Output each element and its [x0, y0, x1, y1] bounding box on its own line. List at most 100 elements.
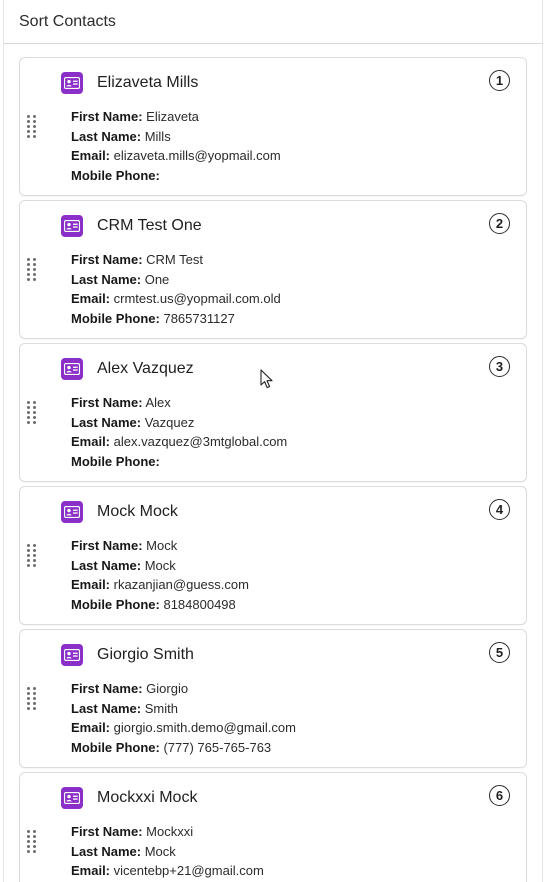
contact-card[interactable]: Giorgio Smith 5 First Name: Giorgio Last… [19, 629, 527, 768]
mobile-phone-field: Mobile Phone: [71, 166, 281, 186]
drag-handle-icon[interactable] [27, 544, 39, 568]
first-name-label: First Name: [71, 538, 143, 553]
last-name-value: One [144, 271, 170, 287]
drag-handle-icon[interactable] [27, 687, 39, 711]
contact-name: CRM Test One [97, 217, 202, 234]
mobile-phone-label: Mobile Phone: [71, 310, 160, 326]
email-label: Email: [71, 291, 111, 307]
contact-fields: First Name: CRM Test Last Name: One Emai… [71, 250, 281, 328]
drag-handle-icon[interactable] [27, 401, 39, 425]
last-name-label: Last Name: [71, 700, 142, 716]
contact-fields: First Name: Alex Last Name: Vazquez Emai… [71, 393, 287, 471]
last-name-field: Last Name: Mills [71, 127, 281, 147]
last-name-label: Last Name: [71, 128, 142, 144]
email-field: Email: crmtest.us@yopmail.com.old [71, 289, 281, 309]
last-name-value: Mills [144, 128, 171, 144]
last-name-field: Last Name: Mock [71, 842, 264, 862]
mobile-phone-value: 7865731127 [163, 310, 235, 326]
mobile-phone-value: (777) 765-765-763 [163, 739, 272, 755]
mobile-phone-label: Mobile Phone: [71, 596, 160, 612]
mobile-phone-label: Mobile Phone: [71, 167, 160, 183]
order-badge: 5 [489, 642, 510, 663]
contact-card[interactable]: Mock Mock 4 First Name: Mock Last Name: … [19, 486, 527, 625]
first-name-field: First Name: Alex [71, 393, 287, 413]
first-name-field: First Name: Mockxxi [71, 822, 264, 842]
order-badge: 1 [489, 70, 510, 91]
email-value: elizaveta.mills@yopmail.com [113, 148, 281, 164]
contact-card[interactable]: Alex Vazquez 3 First Name: Alex Last Nam… [19, 343, 527, 482]
panel-header: Sort Contacts [4, 0, 542, 44]
contact-card[interactable]: CRM Test One 2 First Name: CRM Test Last… [19, 200, 527, 339]
last-name-value: Mock [144, 843, 176, 859]
first-name-label: First Name: [71, 824, 143, 839]
email-field: Email: vicentebp+21@gmail.com [71, 861, 264, 881]
contact-card-icon [61, 215, 83, 237]
last-name-value: Smith [144, 700, 178, 716]
email-label: Email: [71, 720, 111, 736]
last-name-value: Vazquez [144, 414, 195, 430]
last-name-label: Last Name: [71, 414, 142, 430]
drag-handle-icon[interactable] [27, 115, 39, 139]
sort-contacts-panel: Sort Contacts Elizaveta Mills 1 First Na… [3, 0, 543, 882]
email-label: Email: [71, 863, 111, 879]
last-name-label: Last Name: [71, 271, 142, 287]
first-name-field: First Name: Mock [71, 536, 249, 556]
contact-card-icon [61, 787, 83, 809]
email-value: crmtest.us@yopmail.com.old [113, 291, 281, 307]
order-badge: 3 [489, 356, 510, 377]
panel-title: Sort Contacts [19, 13, 116, 30]
mobile-phone-field: Mobile Phone: 8184800498 [71, 595, 249, 615]
contact-name: Giorgio Smith [97, 646, 194, 663]
contact-card[interactable]: Mockxxi Mock 6 First Name: Mockxxi Last … [19, 772, 527, 882]
first-name-label: First Name: [71, 109, 143, 124]
email-label: Email: [71, 434, 111, 450]
last-name-field: Last Name: One [71, 270, 281, 290]
email-label: Email: [71, 577, 111, 593]
contact-card-icon [61, 358, 83, 380]
first-name-label: First Name: [71, 252, 143, 267]
contact-fields: First Name: Mockxxi Last Name: Mock Emai… [71, 822, 264, 882]
first-name-value: Giorgio [146, 681, 189, 696]
email-field: Email: alex.vazquez@3mtglobal.com [71, 432, 287, 452]
first-name-value: Alex [145, 395, 171, 410]
first-name-label: First Name: [71, 395, 143, 410]
contact-card-icon [61, 72, 83, 94]
contact-name: Mock Mock [97, 503, 178, 520]
email-value: giorgio.smith.demo@gmail.com [113, 720, 296, 736]
contact-card-icon [61, 501, 83, 523]
contact-fields: First Name: Mock Last Name: Mock Email: … [71, 536, 249, 614]
contact-fields: First Name: Giorgio Last Name: Smith Ema… [71, 679, 296, 757]
email-label: Email: [71, 148, 111, 164]
first-name-field: First Name: Giorgio [71, 679, 296, 699]
order-badge: 4 [489, 499, 510, 520]
first-name-value: Mock [146, 538, 178, 553]
mobile-phone-value: 8184800498 [163, 596, 236, 612]
contact-list: Elizaveta Mills 1 First Name: Elizaveta … [19, 57, 527, 882]
first-name-value: Mockxxi [146, 824, 194, 839]
order-badge: 6 [489, 785, 510, 806]
drag-handle-icon[interactable] [27, 258, 39, 282]
contact-fields: First Name: Elizaveta Last Name: Mills E… [71, 107, 281, 185]
drag-handle-icon[interactable] [27, 830, 39, 854]
email-value: vicentebp+21@gmail.com [113, 863, 264, 879]
contact-name: Mockxxi Mock [97, 789, 198, 806]
first-name-field: First Name: CRM Test [71, 250, 281, 270]
first-name-value: Elizaveta [146, 109, 199, 124]
first-name-value: CRM Test [146, 252, 203, 267]
last-name-label: Last Name: [71, 843, 142, 859]
email-value: alex.vazquez@3mtglobal.com [113, 434, 288, 450]
contact-card-icon [61, 644, 83, 666]
last-name-label: Last Name: [71, 557, 142, 573]
contact-name: Alex Vazquez [97, 360, 194, 377]
contact-name: Elizaveta Mills [97, 74, 199, 91]
last-name-value: Mock [144, 557, 176, 573]
contact-card[interactable]: Elizaveta Mills 1 First Name: Elizaveta … [19, 57, 527, 196]
last-name-field: Last Name: Mock [71, 556, 249, 576]
first-name-field: First Name: Elizaveta [71, 107, 281, 127]
last-name-field: Last Name: Vazquez [71, 413, 287, 433]
order-badge: 2 [489, 213, 510, 234]
email-field: Email: rkazanjian@guess.com [71, 575, 249, 595]
last-name-field: Last Name: Smith [71, 699, 296, 719]
mobile-phone-field: Mobile Phone: (777) 765-765-763 [71, 738, 296, 758]
first-name-label: First Name: [71, 681, 143, 696]
